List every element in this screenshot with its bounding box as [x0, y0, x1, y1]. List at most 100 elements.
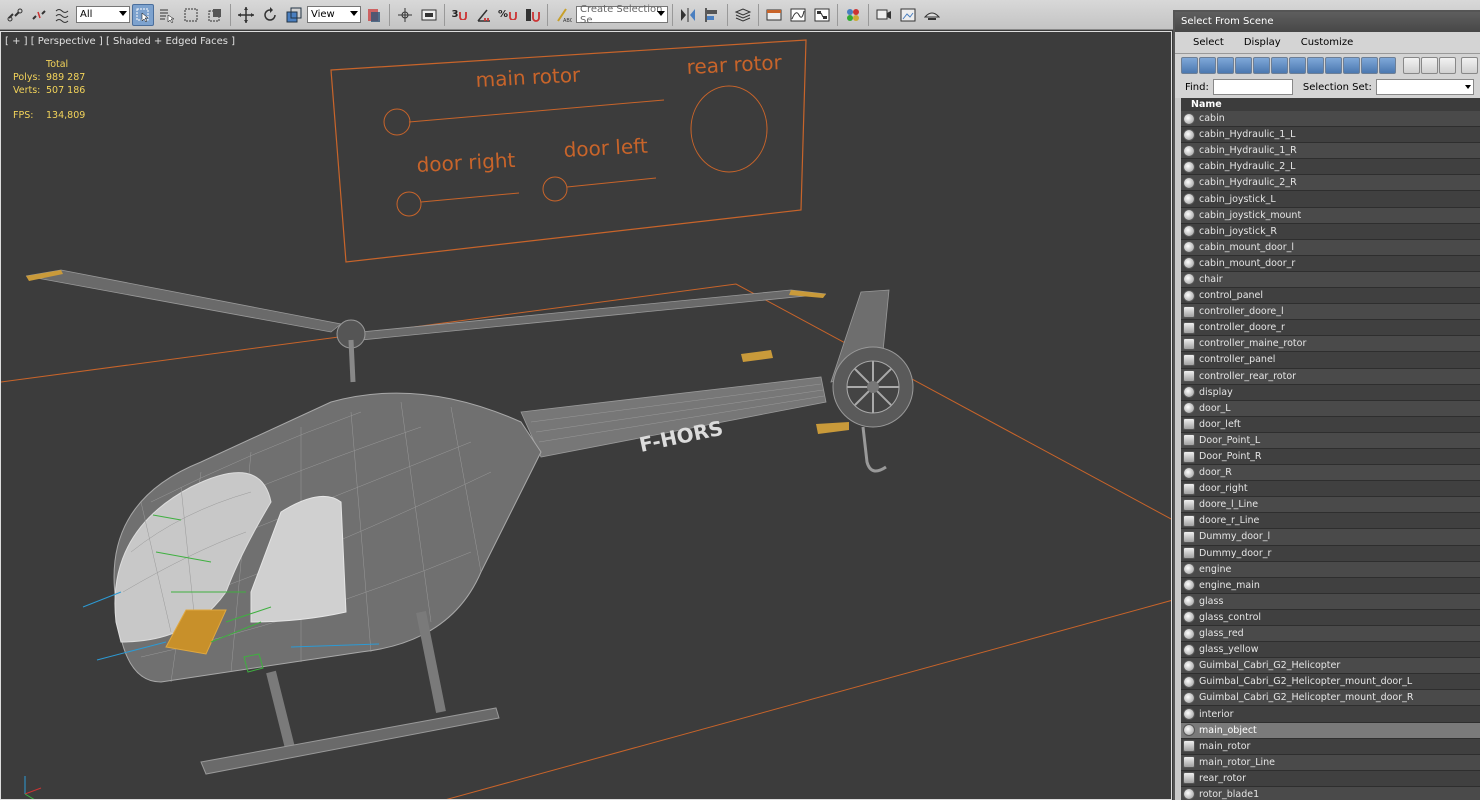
manage-layers-icon[interactable]	[732, 4, 754, 26]
link-icon[interactable]	[4, 4, 26, 26]
list-item[interactable]: cabin_joystick_L	[1181, 191, 1480, 208]
display-lights-icon[interactable]	[1217, 56, 1234, 74]
list-item[interactable]: rotor_blade1	[1181, 786, 1480, 800]
list-item[interactable]: glass_red	[1181, 626, 1480, 643]
keyboard-shortcut-override-icon[interactable]	[418, 4, 440, 26]
find-input[interactable]	[1212, 79, 1293, 95]
list-item[interactable]: controller_doore_r	[1181, 320, 1480, 337]
move-icon[interactable]	[235, 4, 257, 26]
display-hidden-icon[interactable]	[1379, 56, 1396, 74]
mirror-icon[interactable]	[677, 4, 699, 26]
align-icon[interactable]	[701, 4, 723, 26]
list-item[interactable]: main_rotor	[1181, 738, 1480, 755]
list-item[interactable]: display	[1181, 384, 1480, 401]
display-none-icon[interactable]	[1421, 56, 1438, 74]
list-item[interactable]: door_R	[1181, 465, 1480, 482]
curve-editor-icon[interactable]	[787, 4, 809, 26]
list-item[interactable]: cabin_joystick_R	[1181, 223, 1480, 240]
list-item[interactable]: cabin_Hydraulic_2_R	[1181, 175, 1480, 192]
display-cameras-icon[interactable]	[1235, 56, 1252, 74]
filter-icon[interactable]	[1461, 56, 1478, 74]
display-geometry-icon[interactable]	[1181, 56, 1198, 74]
list-item[interactable]: Door_Point_L	[1181, 432, 1480, 449]
display-helpers-icon[interactable]	[1253, 56, 1270, 74]
list-item[interactable]: door_L	[1181, 400, 1480, 417]
name-column-header[interactable]: Name	[1181, 98, 1480, 111]
list-item[interactable]: cabin_mount_door_r	[1181, 255, 1480, 272]
list-item[interactable]: cabin_mount_door_l	[1181, 239, 1480, 256]
list-item[interactable]: cabin	[1181, 111, 1480, 128]
display-invert-icon[interactable]	[1439, 56, 1456, 74]
display-space-warps-icon[interactable]	[1271, 56, 1288, 74]
display-xrefs-icon[interactable]	[1307, 56, 1324, 74]
list-item[interactable]: main_object	[1181, 722, 1480, 739]
list-item[interactable]: Guimbal_Cabri_G2_Helicopter_mount_door_R	[1181, 690, 1480, 707]
edit-named-selection-icon[interactable]: ABC	[552, 4, 574, 26]
fuselage[interactable]	[113, 392, 542, 775]
selection-set-dropdown[interactable]	[1375, 79, 1474, 95]
list-item[interactable]: Door_Point_R	[1181, 448, 1480, 466]
list-item[interactable]: main_rotor_Line	[1181, 754, 1480, 771]
list-item[interactable]: controller_maine_rotor	[1181, 336, 1480, 353]
angle-snap-icon[interactable]	[473, 4, 495, 26]
render-production-icon[interactable]	[921, 4, 943, 26]
display-containers-icon[interactable]	[1343, 56, 1360, 74]
list-item[interactable]: chair	[1181, 271, 1480, 289]
snap-toggle-icon[interactable]: 3	[449, 4, 471, 26]
main-rotor-blades[interactable]	[25, 269, 827, 383]
render-setup-icon[interactable]	[873, 4, 895, 26]
material-editor-icon[interactable]	[842, 4, 864, 26]
pivot-center-icon[interactable]	[363, 4, 385, 26]
list-item[interactable]: door_right	[1181, 481, 1480, 498]
list-item[interactable]: interior	[1181, 706, 1480, 723]
schematic-view-icon[interactable]	[811, 4, 833, 26]
rendered-frame-window-icon[interactable]	[897, 4, 919, 26]
unlink-icon[interactable]	[28, 4, 50, 26]
list-item[interactable]: rear_rotor	[1181, 770, 1480, 787]
list-item[interactable]: engine	[1181, 561, 1480, 578]
display-shapes-icon[interactable]	[1199, 56, 1216, 74]
rotate-icon[interactable]	[259, 4, 281, 26]
display-all-icon[interactable]	[1403, 56, 1420, 74]
list-item[interactable]: doore_r_Line	[1181, 513, 1480, 530]
list-item[interactable]: glass_control	[1181, 609, 1480, 626]
select-and-manipulate-icon[interactable]	[394, 4, 416, 26]
list-item[interactable]: controller_doore_l	[1181, 304, 1480, 321]
display-frozen-icon[interactable]	[1361, 56, 1378, 74]
spinner-snap-icon[interactable]	[521, 4, 543, 26]
list-item[interactable]: controller_panel	[1181, 352, 1480, 369]
list-item[interactable]: engine_main	[1181, 577, 1480, 594]
list-item[interactable]: cabin_Hydraulic_2_L	[1181, 159, 1480, 176]
select-object-icon[interactable]	[132, 3, 154, 26]
ribbon-toggle-icon[interactable]	[763, 4, 785, 26]
bind-space-warp-icon[interactable]	[52, 4, 74, 26]
menu-select[interactable]: Select	[1193, 37, 1224, 48]
list-item[interactable]: cabin_joystick_mount	[1181, 207, 1480, 224]
perspective-viewport[interactable]: main rotor rear rotor door right door le…	[0, 31, 1172, 800]
list-item[interactable]: glass	[1181, 593, 1480, 610]
list-item[interactable]: Guimbal_Cabri_G2_Helicopter_mount_door_L	[1181, 674, 1480, 691]
list-item[interactable]: Dummy_door_l	[1181, 529, 1480, 546]
window-crossing-icon[interactable]	[204, 4, 226, 26]
select-by-name-icon[interactable]	[156, 4, 178, 26]
list-item[interactable]: controller_rear_rotor	[1181, 368, 1480, 385]
percent-snap-icon[interactable]: %	[497, 4, 519, 26]
list-item[interactable]: glass_yellow	[1181, 642, 1480, 659]
display-groups-icon[interactable]	[1289, 56, 1306, 74]
dialog-title[interactable]: Select From Scene	[1175, 12, 1480, 32]
selection-filter-dropdown[interactable]: All	[76, 6, 130, 23]
list-item[interactable]: Dummy_door_r	[1181, 545, 1480, 562]
display-bones-icon[interactable]	[1325, 56, 1342, 74]
scale-icon[interactable]	[283, 4, 305, 26]
rectangular-selection-icon[interactable]	[180, 4, 202, 26]
list-item[interactable]: cabin_Hydraulic_1_L	[1181, 127, 1480, 144]
menu-display[interactable]: Display	[1244, 37, 1281, 48]
named-selection-set-dropdown[interactable]: Create Selection Se	[576, 4, 668, 26]
list-item[interactable]: door_left	[1181, 416, 1480, 433]
reference-coordinate-dropdown[interactable]: View	[307, 6, 361, 23]
tail-fin[interactable]	[830, 289, 914, 473]
scene-canvas[interactable]: main rotor rear rotor door right door le…	[1, 32, 1172, 800]
list-item[interactable]: control_panel	[1181, 288, 1480, 305]
list-item[interactable]: cabin_Hydraulic_1_R	[1181, 143, 1480, 160]
viewport-label[interactable]: [ + ] [ Perspective ] [ Shaded + Edged F…	[5, 36, 235, 47]
